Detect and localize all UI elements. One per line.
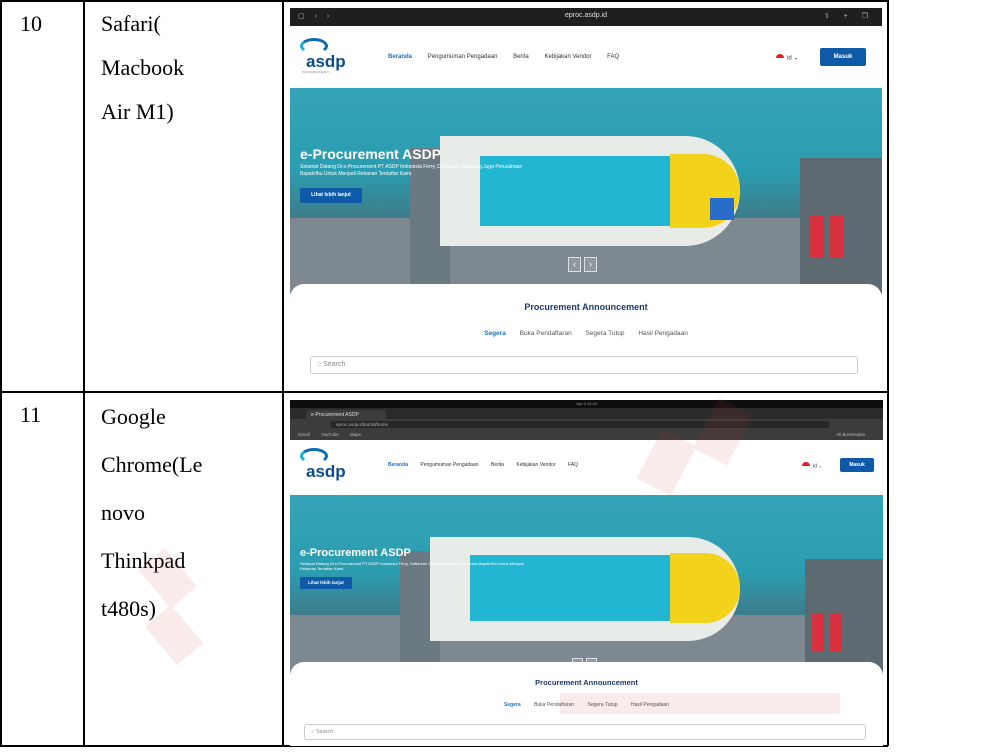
browser-cell: Safari( Macbook Air M1) bbox=[101, 2, 271, 134]
browser-tab: e-Procurement ASDP bbox=[306, 410, 386, 419]
site-navbar: asdp Beranda Pengumuman Pengadaan Berita… bbox=[290, 440, 883, 495]
nav-item-berita: Berita bbox=[490, 462, 504, 468]
section-title: Procurement Announcement bbox=[535, 678, 638, 687]
chrome-toolbar: eproc.asdp.id/portal/home bbox=[290, 419, 883, 429]
indonesia-flag-icon bbox=[802, 462, 810, 470]
hero-subtitle: Selamat Datang Di e-Procurement PT ASDP … bbox=[300, 164, 522, 177]
clock: Apr 9 14:29 bbox=[576, 401, 597, 406]
share-newtab-tabs-icons: ⇧ + ❐ bbox=[823, 13, 874, 20]
all-bookmarks: All Bookmarks bbox=[836, 432, 865, 437]
tab-segera-tutup: Segera Tutup bbox=[585, 330, 625, 337]
search-placeholder: Search bbox=[315, 729, 334, 735]
tab-segera-tutup: Segera Tutup bbox=[587, 702, 618, 708]
table-rule-col1 bbox=[83, 0, 85, 746]
browser-line: Air M1) bbox=[101, 99, 174, 124]
login-button: Masuk bbox=[840, 458, 874, 472]
asdp-logo-icon: asdp bbox=[298, 448, 354, 484]
row-number: 11 bbox=[20, 402, 42, 427]
hero-banner: e-Procurement ASDP Selamat Datang Di e-P… bbox=[290, 495, 883, 685]
tab-buka-pendaftaran: Buka Pendaftaran bbox=[519, 330, 572, 337]
bookmark-gmail: Gmail bbox=[298, 432, 310, 437]
nav-item-kebijakan: Kebijakan Vendor bbox=[516, 462, 556, 468]
tab-segera: Segera bbox=[503, 702, 521, 708]
search-input: ○ Search bbox=[310, 356, 858, 374]
nav-item-beranda: Beranda bbox=[388, 462, 409, 468]
site-navbar: asdp INDONESIA FERRY Beranda Pengumuman P… bbox=[290, 26, 882, 88]
row-number: 10 bbox=[20, 11, 42, 36]
hero-subtitle-line: Bapak/Ibu Untuk Menjadi Rekanan Terdafta… bbox=[300, 170, 413, 177]
hero-title: e-Procurement ASDP bbox=[300, 547, 411, 559]
hero-subtitle: Selamat Datang Di e-Procurement PT ASDP … bbox=[300, 561, 524, 571]
see-more-button: Lihat lebih lanjut bbox=[300, 188, 362, 203]
see-more-button: Lihat lebih lanjut bbox=[300, 577, 352, 589]
language-selector: id ⌄ bbox=[776, 54, 798, 62]
ferry-image bbox=[440, 136, 740, 246]
nav-item-faq: FAQ bbox=[607, 54, 620, 60]
hero-subtitle-line: Selamat Datang Di e-Procurement PT ASDP … bbox=[300, 164, 523, 170]
nav-item-berita: Berita bbox=[513, 54, 529, 60]
tab-hasil-pengadaan: Hasil Pengadaan bbox=[638, 330, 688, 337]
nav-menu: Beranda Pengumuman Pengadaan Berita Kebi… bbox=[388, 54, 633, 60]
asdp-logo-icon: asdp INDONESIA FERRY bbox=[298, 38, 354, 74]
chrome-tabstrip: e-Procurement ASDP bbox=[290, 408, 883, 419]
search-input: ○ Search bbox=[304, 724, 866, 740]
announcement-tabs: Segera Buka Pendaftaran Segera Tutup Has… bbox=[290, 702, 883, 708]
browser-line: Google bbox=[101, 404, 166, 429]
safari-titlebar: ▢ ‹ › eproc.asdp.id ⇧ + ❐ bbox=[290, 8, 882, 26]
os-topbar: Apr 9 14:29 bbox=[290, 400, 883, 408]
nav-item-pengumuman: Pengumuman Pengadaan bbox=[427, 54, 498, 60]
section-title: Procurement Announcement bbox=[524, 302, 648, 312]
address-bar: eproc.asdp.id bbox=[564, 12, 608, 19]
sidebar-back-forward-icons: ▢ ‹ › bbox=[298, 13, 334, 20]
chevron-right-icon: › bbox=[584, 257, 597, 272]
browser-cell: Google Chrome(Le novo Thinkpad t480s) bbox=[101, 393, 271, 633]
tab-hasil-pengadaan: Hasil Pengadaan bbox=[630, 702, 669, 708]
announcement-panel: Procurement Announcement Segera Buka Pen… bbox=[290, 662, 883, 746]
announcement-panel: Procurement Announcement Segera Buka Pen… bbox=[290, 284, 882, 382]
browser-line: Macbook bbox=[101, 55, 185, 80]
table-rule-left bbox=[0, 0, 2, 746]
address-bar: eproc.asdp.id/portal/home bbox=[330, 421, 830, 428]
browser-line: Thinkpad bbox=[101, 548, 186, 573]
indonesia-flag-icon bbox=[776, 54, 784, 62]
hero-title: e-Procurement ASDP bbox=[300, 146, 442, 162]
ferry-image bbox=[430, 537, 740, 641]
bookmark-maps: Maps bbox=[349, 432, 361, 437]
bookmarks-bar: Gmail YouTube Maps All Bookmarks bbox=[290, 429, 883, 440]
language-label: id bbox=[813, 463, 817, 470]
browser-line: t480s) bbox=[101, 596, 156, 621]
table-rule-right bbox=[887, 0, 889, 746]
tab-buka-pendaftaran: Buka Pendaftaran bbox=[534, 702, 575, 708]
nav-menu: Beranda Pengumuman Pengadaan Berita Kebi… bbox=[388, 462, 589, 468]
tab-segera: Segera bbox=[484, 330, 506, 337]
browser-line: Safari( bbox=[101, 11, 161, 36]
nav-item-faq: FAQ bbox=[567, 462, 578, 468]
hero-banner: e-Procurement ASDP Selamat Datang Di e-P… bbox=[290, 88, 882, 294]
nav-item-beranda: Beranda bbox=[388, 54, 413, 60]
browser-line: Chrome(Le bbox=[101, 452, 203, 477]
table-rule-col2 bbox=[282, 0, 284, 746]
search-placeholder: Search bbox=[323, 361, 346, 368]
language-label: id bbox=[787, 55, 792, 62]
nav-item-pengumuman: Pengumuman Pengadaan bbox=[420, 462, 479, 468]
login-button: Masuk bbox=[820, 48, 866, 66]
chrome-screenshot: Apr 9 14:29 e-Procurement ASDP eproc.asd… bbox=[290, 400, 883, 746]
nav-item-kebijakan: Kebijakan Vendor bbox=[544, 54, 592, 60]
chevron-left-icon: ‹ bbox=[568, 257, 581, 272]
hero-subtitle-line: Rekanan Terdaftar Kami. bbox=[300, 566, 345, 572]
announcement-tabs: Segera Buka Pendaftaran Segera Tutup Has… bbox=[290, 330, 882, 337]
language-selector: id ⌄ bbox=[802, 462, 823, 470]
bookmark-youtube: YouTube bbox=[320, 432, 339, 437]
carousel-arrows: ‹› bbox=[568, 254, 600, 272]
safari-screenshot: ▢ ‹ › eproc.asdp.id ⇧ + ❐ asdp INDONESIA … bbox=[290, 8, 882, 382]
browser-line: novo bbox=[101, 500, 145, 525]
